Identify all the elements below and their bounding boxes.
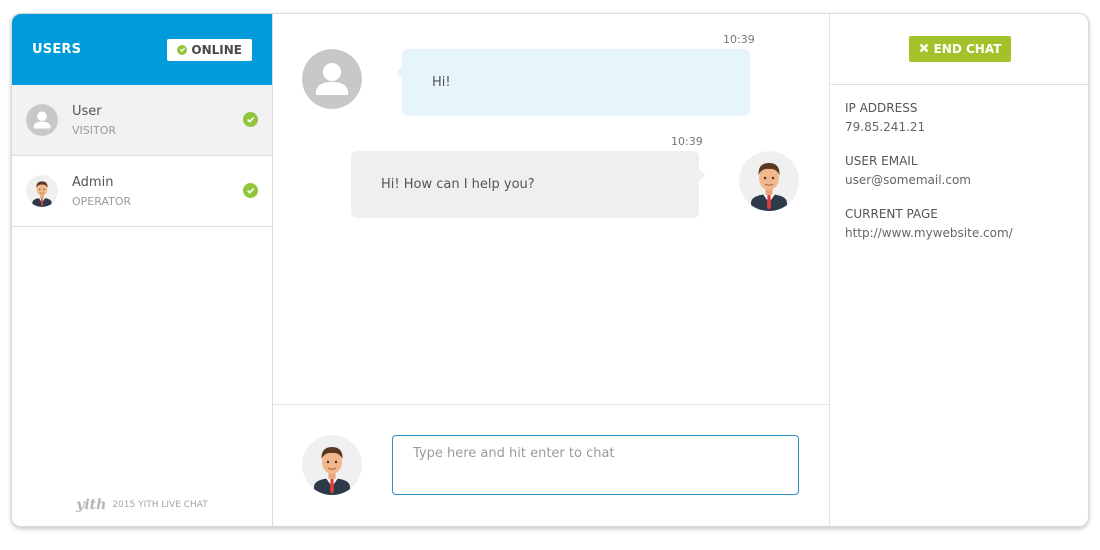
- live-chat-window: USERS ONLINE User VISITOR Admin OPERATOR…: [11, 13, 1089, 527]
- chat-message-input[interactable]: [392, 435, 799, 495]
- message-text: Hi! How can I help you?: [381, 177, 535, 192]
- close-icon: [919, 42, 929, 56]
- ip-address-label: IP ADDRESS: [845, 101, 918, 115]
- users-title: USERS: [32, 42, 82, 57]
- message-time: 10:39: [723, 33, 755, 46]
- user-list-item-visitor[interactable]: User VISITOR: [12, 85, 272, 156]
- visitor-avatar-icon: [302, 49, 362, 109]
- user-name: User: [72, 103, 102, 119]
- user-list-item-operator[interactable]: Admin OPERATOR: [12, 156, 272, 227]
- message-text: Hi!: [432, 75, 451, 90]
- ip-address-value: 79.85.241.21: [845, 120, 926, 134]
- footer-text: 2015 YITH LIVE CHAT: [112, 500, 208, 510]
- message-bubble-user: Hi!: [396, 49, 750, 116]
- operator-avatar-icon: [302, 435, 362, 495]
- operator-avatar-icon: [739, 151, 799, 211]
- check-icon: [243, 183, 258, 198]
- users-sidebar: USERS ONLINE User VISITOR Admin OPERATOR…: [12, 14, 273, 526]
- end-chat-label: END CHAT: [933, 42, 1002, 56]
- online-status-button[interactable]: ONLINE: [167, 38, 252, 61]
- users-header: USERS ONLINE: [12, 14, 272, 85]
- info-header: END CHAT: [830, 14, 1088, 85]
- message-bubble-admin: Hi! How can I help you?: [351, 151, 705, 218]
- user-role: OPERATOR: [72, 194, 132, 208]
- yith-logo: yith: [76, 497, 107, 513]
- user-email-label: USER EMAIL: [845, 154, 918, 168]
- message-time: 10:39: [671, 135, 703, 148]
- user-name: Admin: [72, 174, 114, 190]
- chat-area: 10:39 Hi! 10:39 Hi! How can I help you?: [273, 14, 829, 526]
- check-icon: [243, 112, 258, 127]
- online-status-label: ONLINE: [191, 42, 242, 57]
- end-chat-button[interactable]: END CHAT: [908, 36, 1012, 62]
- chat-input-area: [273, 404, 829, 526]
- visitor-avatar-icon: [26, 104, 58, 136]
- current-page-value: http://www.mywebsite.com/: [845, 226, 1013, 240]
- visitor-details: IP ADDRESS 79.85.241.21 USER EMAIL user@…: [830, 85, 1088, 240]
- user-email-value: user@somemail.com: [845, 173, 971, 187]
- visitor-info-panel: END CHAT IP ADDRESS 79.85.241.21 USER EM…: [829, 14, 1088, 526]
- operator-avatar-icon: [26, 175, 58, 207]
- check-icon: [177, 44, 188, 55]
- current-page-label: CURRENT PAGE: [845, 207, 938, 221]
- footer: yith 2015 YITH LIVE CHAT: [12, 497, 272, 513]
- user-role: VISITOR: [72, 123, 117, 137]
